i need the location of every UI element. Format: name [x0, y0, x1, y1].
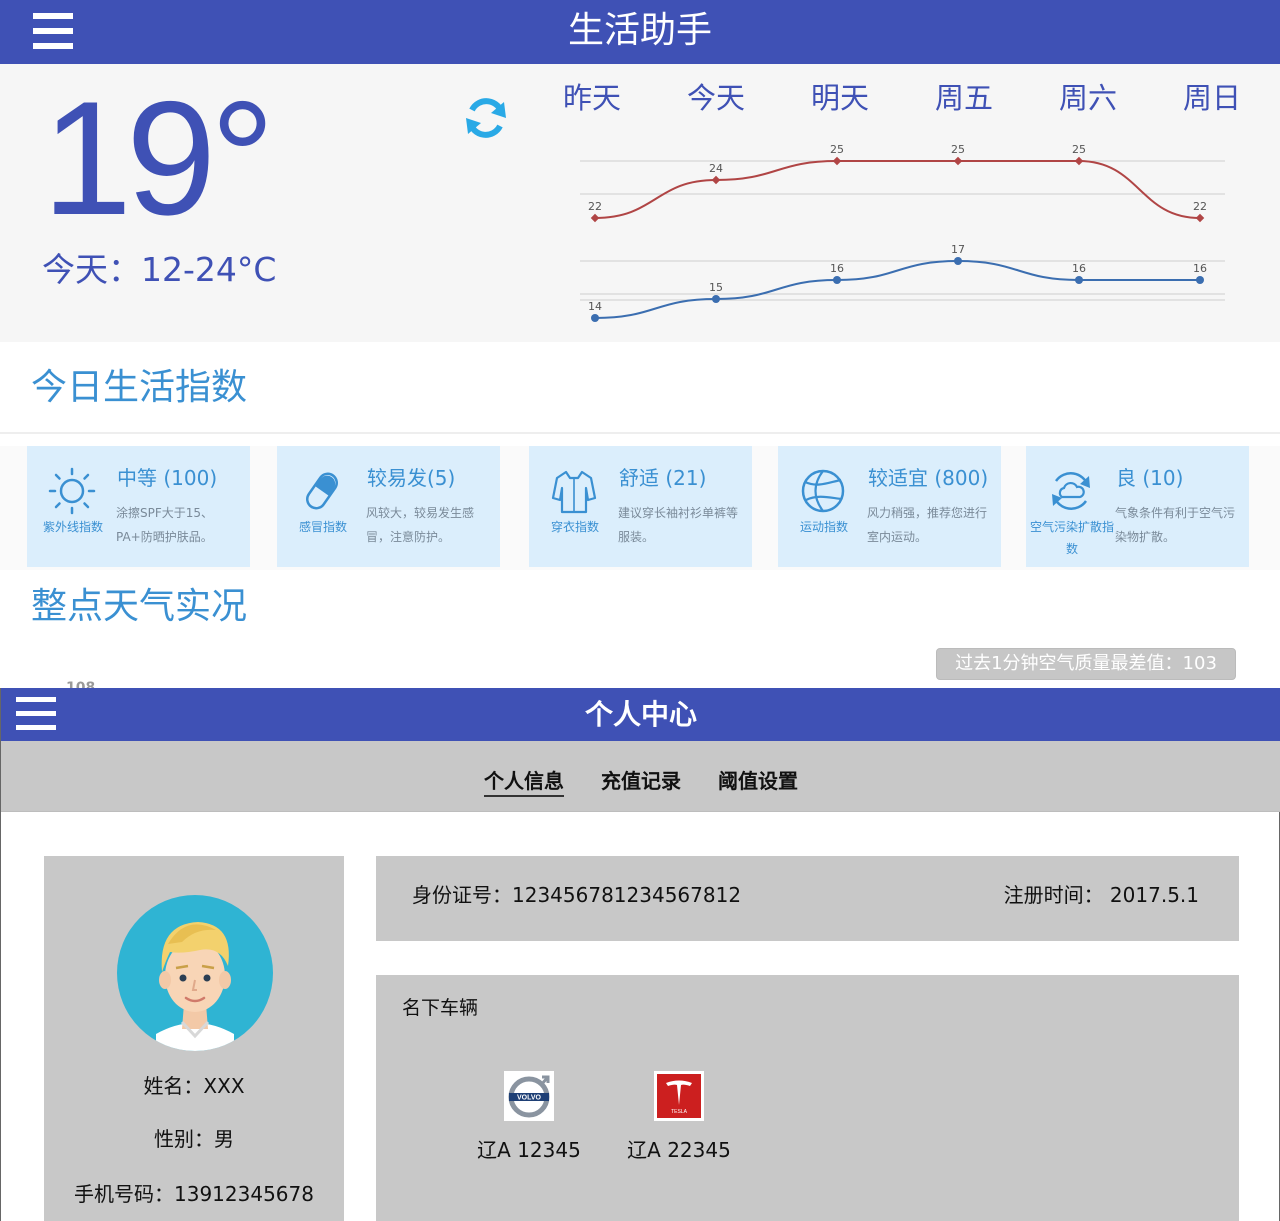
personal-header: 个人中心 [1, 688, 1280, 741]
aqi-worst-badge: 过去1分钟空气质量最差值：103 [936, 648, 1236, 680]
refresh-icon[interactable] [464, 96, 508, 140]
tab-recharge-records[interactable]: 充值记录 [601, 767, 681, 795]
day-tab[interactable]: 昨天 [530, 78, 654, 118]
day-tab[interactable]: 今天 [654, 78, 778, 118]
profile-card: 姓名：XXX 性别：男 手机号码：13912345678 [44, 856, 344, 1221]
vehicle-item[interactable]: TESLA 辽A 22345 [609, 1071, 749, 1171]
temperature-point [954, 257, 962, 265]
temperature-point [1196, 276, 1204, 284]
volvo-logo-text: VOLVO [517, 1095, 542, 1102]
index-label: 紫外线指数 [42, 520, 103, 534]
current-temperature: 19° [42, 68, 275, 249]
temperature-data-label: 16 [1072, 262, 1086, 275]
index-label: 运动指数 [799, 520, 848, 534]
avatar[interactable] [116, 894, 274, 1052]
basketball-icon [801, 469, 845, 513]
temperature-series-line [594, 160, 1201, 219]
index-label: 空气污染扩散指数 [1030, 520, 1115, 556]
life-index-title: 今日生活指数 [31, 367, 248, 408]
index-card-cold[interactable]: 感冒指数 较易发(5) 风较大，较易发生感冒，注意防护。 [277, 446, 500, 567]
temperature-point [711, 175, 721, 185]
temperature-data-label: 25 [951, 143, 965, 156]
day-tab[interactable]: 周日 [1150, 78, 1274, 118]
day-tab[interactable]: 明天 [778, 78, 902, 118]
day-tab[interactable]: 周五 [902, 78, 1026, 118]
index-label: 穿衣指数 [550, 520, 599, 534]
temperature-point [712, 295, 720, 303]
today-temperature-range: 今天：12-24°C [42, 250, 277, 289]
index-label: 感冒指数 [298, 520, 347, 534]
user-gender: 性别：男 [154, 1127, 234, 1151]
forecast-days: 昨天 今天 明天 周五 周六 周日 [530, 78, 1280, 118]
id-info-box: 身份证号：123456781234567812 注册时间： 2017.5.1 [376, 856, 1239, 941]
temperature-point [1195, 213, 1205, 223]
vehicle-plate: 辽A 22345 [627, 1138, 731, 1162]
index-card-sport[interactable]: 运动指数 较适宜 (800) 风力稍强，推荐您进行室内运动。 [778, 446, 1001, 567]
pill-icon [306, 472, 338, 510]
register-time: 注册时间： 2017.5.1 [1003, 883, 1199, 907]
vehicles-box: 名下车辆 VOLVO 辽A 12345 TESLA 辽A 22345 [376, 975, 1239, 1221]
shirt-icon [551, 470, 597, 514]
temperature-data-label: 14 [588, 300, 602, 313]
index-description: 建议穿长袖衬衫单裤等服装。 [618, 506, 739, 544]
tab-personal-info[interactable]: 个人信息 [484, 767, 564, 797]
index-description: 风力稍强，推荐您进行室内运动。 [867, 506, 988, 544]
tesla-logo-text: TESLA [671, 1109, 688, 1115]
temperature-point [953, 156, 963, 166]
temperature-data-label: 22 [1193, 200, 1207, 213]
id-number: 身份证号：123456781234567812 [412, 883, 742, 907]
index-value: 较适宜 (800) [868, 466, 989, 490]
temperature-point [832, 156, 842, 166]
user-phone: 手机号码：13912345678 [74, 1182, 314, 1206]
volvo-logo-icon: VOLVO [504, 1071, 554, 1121]
temperature-point [833, 276, 841, 284]
tab-threshold-settings[interactable]: 阈值设置 [718, 767, 798, 795]
vehicle-plate: 辽A 12345 [477, 1138, 581, 1162]
index-value: 良 (10) [1116, 466, 1184, 490]
temperature-trend-chart: 22 24 25 25 25 22 14 15 16 17 16 16 [580, 143, 1225, 322]
index-card-dressing[interactable]: 穿衣指数 舒适 (21) 建议穿长袖衬衫单裤等服装。 [529, 446, 752, 567]
index-value: 中等 (100) [117, 466, 218, 490]
index-card-uv[interactable]: 紫外线指数 中等 (100) 涂擦SPF大于15、PA+防晒护肤品。 [27, 446, 250, 567]
cloud-cycle-icon [1052, 472, 1090, 510]
temperature-point [591, 314, 599, 322]
temperature-series-line [594, 259, 1200, 319]
temperature-data-label: 24 [709, 162, 723, 175]
index-value: 较易发(5) [367, 466, 456, 490]
index-card-air-pollution[interactable]: 空气污染扩散指数 良 (10) 气象条件有利于空气污染物扩散。 [1026, 446, 1249, 567]
vehicle-item[interactable]: VOLVO 辽A 12345 [459, 1071, 599, 1171]
temperature-data-label: 25 [830, 143, 844, 156]
personal-title: 个人中心 [584, 698, 697, 731]
temperature-data-label: 25 [1072, 143, 1086, 156]
temperature-point [590, 213, 600, 223]
temperature-data-label: 15 [709, 281, 723, 294]
temperature-data-label: 16 [830, 262, 844, 275]
tesla-logo-icon: TESLA [654, 1071, 704, 1121]
hourly-weather-title: 整点天气实况 [31, 586, 248, 627]
temperature-data-label: 16 [1193, 262, 1207, 275]
user-name: 姓名：XXX [143, 1074, 245, 1098]
app-title: 生活助手 [567, 10, 712, 51]
personal-tabs: 个人信息 充值记录 阈值设置 [1, 741, 1280, 812]
divider [0, 432, 1280, 434]
index-description: 气象条件有利于空气污染物扩散。 [1115, 506, 1236, 544]
temperature-point [1074, 156, 1084, 166]
temperature-data-label: 17 [951, 243, 965, 256]
vehicles-title: 名下车辆 [402, 997, 479, 1019]
index-value: 舒适 (21) [619, 466, 707, 490]
index-description: 风较大，较易发生感冒，注意防护。 [366, 506, 475, 544]
temperature-data-label: 22 [588, 200, 602, 213]
day-tab[interactable]: 周六 [1026, 78, 1150, 118]
index-description: 涂擦SPF大于15、PA+防晒护肤品。 [116, 506, 214, 544]
app-header: 生活助手 [0, 0, 1280, 64]
sun-icon [48, 467, 96, 515]
temperature-point [1075, 276, 1083, 284]
personal-center-panel: 个人中心 个人信息 充值记录 阈值设置 姓名：XXX 性别：男 手机号码：139… [0, 688, 1280, 1221]
